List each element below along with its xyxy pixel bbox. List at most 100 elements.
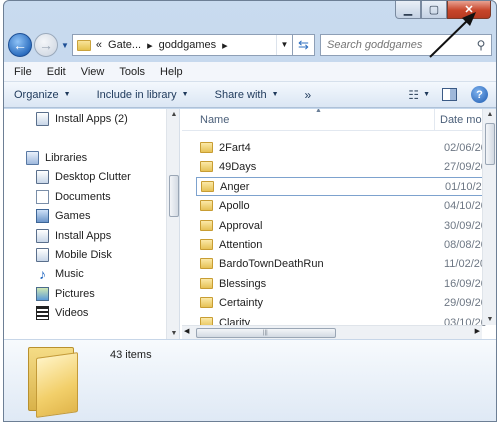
scroll-right-arrow-icon[interactable]: ▶	[475, 327, 480, 335]
chevron-down-icon: ▼	[181, 91, 189, 98]
file-date: 02/06/20	[444, 141, 487, 154]
scrollbar-thumb[interactable]	[169, 175, 179, 217]
organize-label: Organize	[14, 88, 59, 101]
breadcrumb-gate[interactable]: Gate...	[108, 39, 141, 51]
folder-icon	[200, 142, 213, 153]
file-row[interactable]: Certainty 29/09/20	[196, 293, 490, 312]
close-button[interactable]: ✕	[447, 1, 491, 19]
file-row[interactable]: Approval 30/09/20	[196, 216, 490, 235]
folder-icon	[200, 200, 213, 211]
menu-tools[interactable]: Tools	[119, 66, 145, 78]
file-name: BardoTownDeathRun	[219, 257, 324, 270]
library-icon	[36, 229, 49, 243]
scroll-up-arrow-icon[interactable]: ▲	[167, 111, 179, 118]
forward-button[interactable]: →	[34, 33, 58, 57]
search-icon[interactable]: ⚲	[471, 38, 491, 52]
file-name: Apollo	[219, 199, 250, 212]
column-header-row: ▲ Name Date mo	[182, 109, 496, 131]
nav-item-label: Mobile Disk	[55, 249, 112, 261]
pictures-icon	[36, 287, 49, 301]
nav-item-desktop-clutter[interactable]: Desktop Clutter	[36, 170, 131, 184]
details-pane: 43 items	[4, 339, 496, 421]
address-row: ← → ▼ « Gate... ▸ goddgames ▸ ▼ ⇆ ⚲	[8, 31, 492, 59]
toolbar-right: ☷ ▼ ?	[408, 86, 488, 103]
file-list-vertical-scrollbar[interactable]: ▲ ▼	[482, 109, 496, 325]
menu-edit[interactable]: Edit	[47, 66, 66, 78]
navigation-scrollbar[interactable]: ▲ ▼	[166, 109, 179, 339]
search-input[interactable]	[327, 39, 471, 51]
minimize-button[interactable]: ▁	[395, 1, 421, 19]
column-header-name[interactable]: Name	[200, 114, 229, 126]
documents-icon	[36, 190, 49, 204]
nav-item-install-apps-2[interactable]: Install Apps (2)	[36, 112, 128, 126]
file-list-horizontal-scrollbar[interactable]: ◀ ||| ▶	[182, 325, 482, 339]
file-row-selected[interactable]: Anger 01/10/20	[196, 177, 490, 196]
change-view-icon[interactable]: ☷	[408, 88, 419, 102]
maximize-button[interactable]: ▢	[421, 1, 447, 19]
file-name: 2Fart4	[219, 141, 251, 154]
nav-item-label: Music	[55, 268, 84, 280]
menu-view[interactable]: View	[81, 66, 105, 78]
nav-item-label: Libraries	[45, 152, 88, 164]
address-bar[interactable]: « Gate... ▸ goddgames ▸ ▼	[71, 34, 293, 56]
nav-item-install-apps[interactable]: Install Apps	[36, 229, 111, 243]
nav-item-label: Games	[55, 210, 91, 222]
file-date: 30/09/20	[444, 219, 487, 232]
scroll-up-arrow-icon[interactable]: ▲	[483, 111, 496, 118]
column-divider[interactable]	[434, 109, 435, 131]
file-row[interactable]: 49Days 27/09/20	[196, 157, 490, 176]
folder-icon	[200, 220, 213, 231]
search-box: ⚲	[320, 34, 492, 56]
file-name: 49Days	[219, 160, 257, 173]
folder-icon	[76, 39, 91, 51]
file-row[interactable]: BardoTownDeathRun 11/02/20	[196, 254, 490, 273]
menu-file[interactable]: File	[14, 66, 32, 78]
nav-item-music[interactable]: ♪ Music	[36, 266, 84, 282]
include-in-library-button[interactable]: Include in library ▼	[97, 89, 189, 101]
scroll-down-arrow-icon[interactable]: ▼	[167, 330, 179, 337]
back-button[interactable]: ←	[8, 33, 32, 57]
scroll-left-arrow-icon[interactable]: ◀	[184, 327, 189, 335]
file-row[interactable]: Apollo 04/10/20	[196, 196, 490, 215]
breadcrumb-separator-icon[interactable]: ▸	[147, 39, 153, 52]
file-date: 08/08/20	[444, 238, 487, 251]
refresh-button[interactable]: ⇆	[293, 34, 315, 56]
preview-pane-icon[interactable]	[442, 88, 457, 101]
folder-icon	[201, 181, 214, 192]
scroll-down-arrow-icon[interactable]: ▼	[483, 316, 496, 323]
nav-item-pictures[interactable]: Pictures	[36, 287, 95, 301]
file-name: Attention	[219, 238, 263, 251]
music-icon: ♪	[39, 266, 46, 282]
nav-item-videos[interactable]: Videos	[36, 306, 88, 320]
organize-button[interactable]: Organize ▼	[14, 89, 71, 101]
folder-icon	[200, 258, 213, 269]
share-with-button[interactable]: Share with ▼	[215, 89, 279, 101]
nav-item-mobile-disk[interactable]: Mobile Disk	[36, 248, 112, 262]
file-row[interactable]: Blessings 16/09/20	[196, 274, 490, 293]
navigation-pane: Install Apps (2) Libraries Desktop Clutt…	[4, 109, 180, 339]
videos-icon	[36, 306, 49, 320]
more-commands-button[interactable]: »	[305, 88, 312, 102]
folder-icon	[200, 297, 213, 308]
breadcrumb-goddgames[interactable]: goddgames	[159, 39, 217, 51]
nav-item-libraries[interactable]: Libraries	[26, 151, 87, 165]
file-date: 27/09/20	[444, 160, 487, 173]
folder-icon	[200, 161, 213, 172]
nav-item-label: Videos	[55, 307, 89, 319]
address-dropdown-button[interactable]: ▼	[276, 35, 292, 55]
back-arrow-icon: ←	[13, 37, 27, 53]
address-chevrons[interactable]: «	[96, 39, 102, 51]
view-options-dropdown[interactable]: ▼	[423, 91, 430, 98]
menu-help[interactable]: Help	[160, 66, 183, 78]
nav-item-games[interactable]: Games	[36, 209, 90, 223]
refresh-icon: ⇆	[298, 37, 309, 52]
help-button[interactable]: ?	[471, 86, 488, 103]
file-row[interactable]: Attention 08/08/20	[196, 235, 490, 254]
column-header-date-modified[interactable]: Date mo	[440, 114, 482, 126]
scrollbar-grip-icon: |||	[263, 330, 268, 336]
file-row[interactable]: 2Fart4 02/06/20	[196, 138, 490, 157]
breadcrumb-separator-icon[interactable]: ▸	[222, 39, 228, 52]
nav-item-documents[interactable]: Documents	[36, 190, 111, 204]
scrollbar-thumb[interactable]	[485, 123, 495, 165]
recent-pages-dropdown[interactable]: ▼	[61, 41, 69, 50]
